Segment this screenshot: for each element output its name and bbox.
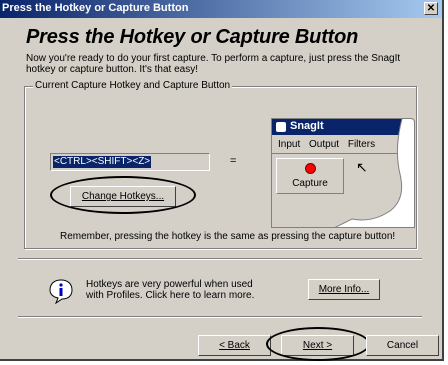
change-hotkeys-label: Change Hotkeys... [81,191,165,202]
equals-sign: = [230,155,237,167]
window-title: Press the Hotkey or Capture Button [2,2,189,14]
intro-text: Now you're ready to do your first captur… [26,53,401,75]
snagit-preview: SnagIt Input Output Filters Capture ↖ [271,118,415,228]
torn-edge-decoration [334,119,414,227]
more-info-label: More Info... [318,284,370,295]
change-hotkeys-button[interactable]: Change Hotkeys... [70,186,176,207]
next-button[interactable]: Next > [281,335,354,356]
hotkey-value: <CTRL><SHIFT><Z> [53,156,152,168]
separator-bottom [18,316,422,318]
next-label: Next > [302,340,333,351]
more-info-button[interactable]: More Info... [308,279,380,300]
cancel-button[interactable]: Cancel [366,335,439,356]
cancel-label: Cancel [386,340,419,351]
back-label: < Back [219,340,250,351]
hotkey-field[interactable]: <CTRL><SHIFT><Z> [50,153,210,171]
wizard-dialog: Press the Hotkey or Capture Button ✕ Pre… [0,0,444,361]
info-text[interactable]: Hotkeys are very powerful when used with… [86,279,266,301]
close-button[interactable]: ✕ [424,2,438,15]
info-icon [49,279,73,304]
back-button[interactable]: < Back [198,335,271,356]
title-bar: Press the Hotkey or Capture Button ✕ [0,0,442,18]
page-heading: Press the Hotkey or Capture Button [26,26,359,48]
close-icon: ✕ [426,3,436,14]
separator-top [18,258,422,260]
groupbox-label: Current Capture Hotkey and Capture Butto… [33,80,233,91]
reminder-text: Remember, pressing the hotkey is the sam… [60,231,396,242]
